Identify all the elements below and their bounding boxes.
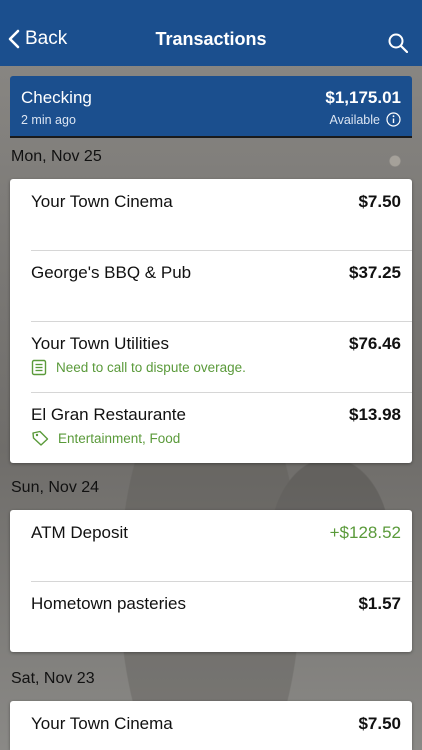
transaction-name: ATM Deposit xyxy=(31,523,128,542)
navigation-bar: Back Transactions xyxy=(0,0,422,66)
tag-icon xyxy=(32,430,49,446)
transaction-amount: $37.25 xyxy=(349,263,401,282)
transaction-tags: Entertainment, Food xyxy=(31,430,180,446)
back-button[interactable]: Back xyxy=(8,28,67,50)
transaction-amount: $1.57 xyxy=(358,594,401,613)
balance-label-row: Available xyxy=(329,112,401,127)
transaction-row[interactable]: George's BBQ & Pub $37.25 xyxy=(10,250,412,321)
transaction-amount: $13.98 xyxy=(349,405,401,424)
account-balance: $1,175.01 xyxy=(325,88,401,107)
account-name: Checking xyxy=(21,88,92,107)
info-icon[interactable] xyxy=(386,112,401,127)
transaction-amount: $7.50 xyxy=(358,192,401,211)
search-icon xyxy=(388,33,409,54)
transaction-name: Your Town Utilities xyxy=(31,334,169,353)
account-updated: 2 min ago xyxy=(21,113,76,127)
note-icon xyxy=(31,359,47,376)
note-text: Need to call to dispute overage. xyxy=(56,360,246,375)
chevron-left-icon xyxy=(8,29,20,49)
back-label: Back xyxy=(25,28,68,49)
tags-text: Entertainment, Food xyxy=(58,430,181,446)
balance-label: Available xyxy=(329,112,380,127)
transaction-amount: $76.46 xyxy=(349,334,401,353)
transaction-row[interactable]: Your Town Cinema $7.50 xyxy=(10,701,412,750)
transaction-amount: +$128.52 xyxy=(329,523,401,542)
transaction-row[interactable]: Your Town Utilities $76.46 Need to call … xyxy=(10,321,412,392)
date-header: Mon, Nov 25 xyxy=(11,148,102,165)
transaction-name: Your Town Cinema xyxy=(31,714,173,733)
date-header: Sun, Nov 24 xyxy=(11,479,100,496)
transaction-row[interactable]: Your Town Cinema $7.50 xyxy=(10,179,412,250)
search-button[interactable] xyxy=(388,33,409,58)
account-summary[interactable]: Checking 2 min ago $1,175.01 Available xyxy=(10,76,412,138)
transaction-name: Hometown pasteries xyxy=(31,594,186,613)
transaction-row[interactable]: El Gran Restaurante $13.98 Entertainment… xyxy=(10,392,412,463)
transaction-amount: $7.50 xyxy=(358,714,401,733)
transaction-row[interactable]: Hometown pasteries $1.57 xyxy=(10,581,412,652)
transaction-name: El Gran Restaurante xyxy=(31,405,186,424)
date-header: Sat, Nov 23 xyxy=(11,670,95,687)
transaction-group: Your Town Cinema $7.50 George's BBQ & Pu… xyxy=(10,179,412,463)
transaction-row[interactable]: ATM Deposit +$128.52 xyxy=(10,510,412,581)
transaction-group: Your Town Cinema $7.50 xyxy=(10,701,412,750)
transaction-note: Need to call to dispute overage. xyxy=(31,359,246,376)
transaction-name: Your Town Cinema xyxy=(31,192,173,211)
transaction-group: ATM Deposit +$128.52 Hometown pasteries … xyxy=(10,510,412,652)
transaction-name: George's BBQ & Pub xyxy=(31,263,192,282)
